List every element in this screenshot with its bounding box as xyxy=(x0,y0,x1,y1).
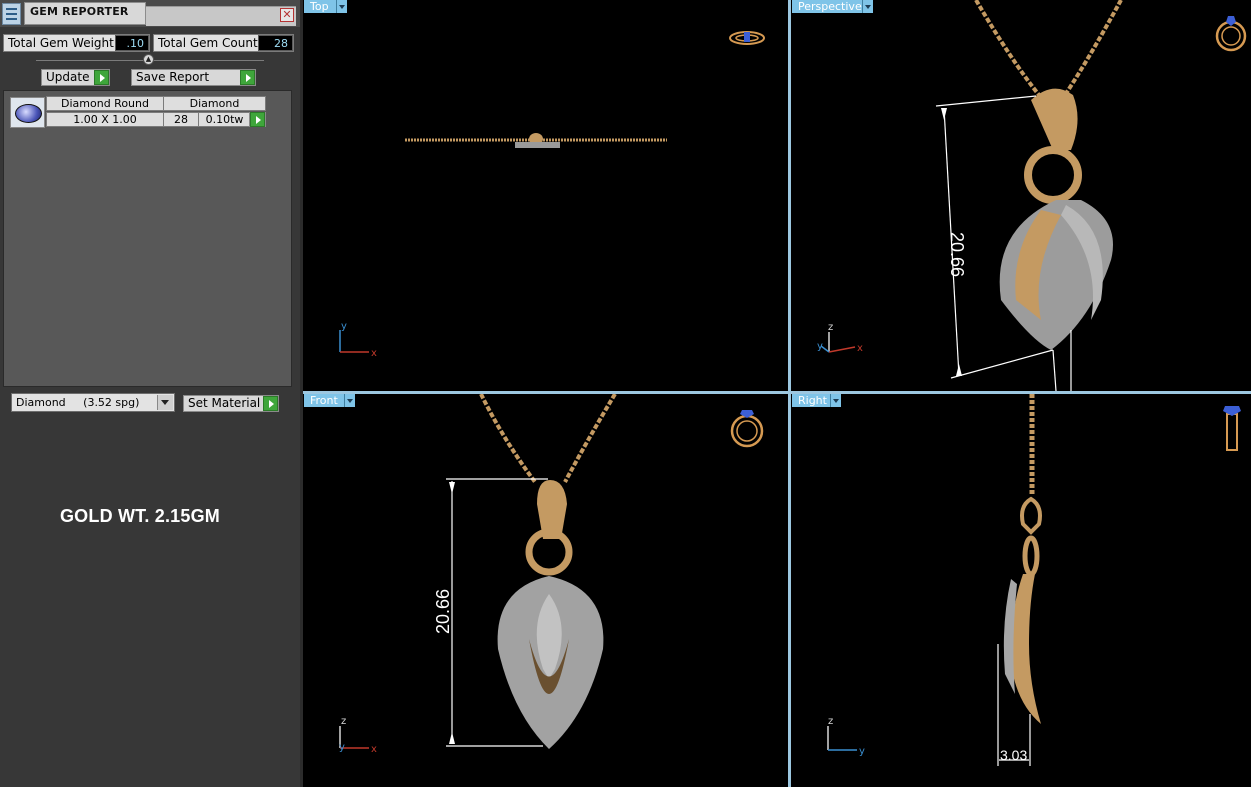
axis-x-label: x xyxy=(371,348,377,359)
gem-reporter-panel: GEM REPORTER ✕ Total Gem Weight .10 Tota… xyxy=(0,0,300,787)
axis-y-label: y xyxy=(339,742,345,753)
perspective-ring-icon xyxy=(1215,16,1247,52)
gold-weight-text: GOLD WT. 2.15GM xyxy=(59,506,221,526)
gem-shape-header: Diamond Round xyxy=(46,96,164,111)
chevron-down-icon[interactable] xyxy=(157,395,173,410)
viewport-front[interactable]: Front 20.66 z y x xyxy=(303,394,788,787)
play-icon xyxy=(250,112,265,127)
perspective-dimension-value: 20.66 xyxy=(947,232,967,277)
play-icon xyxy=(263,396,278,411)
gem-size-cell[interactable]: 1.00 X 1.00 xyxy=(46,112,164,127)
axis-x-label: x xyxy=(371,744,377,755)
total-gem-weight-value: .10 xyxy=(115,35,149,51)
viewport-top[interactable]: Top y x xyxy=(303,0,788,391)
panel-titlebar: GEM REPORTER ✕ xyxy=(0,0,300,27)
set-material-button[interactable]: Set Material xyxy=(183,395,279,412)
front-view-render: 20.66 z y x xyxy=(339,394,764,755)
viewport-right[interactable]: Right 3.03 z y xyxy=(791,394,1251,787)
close-icon[interactable]: ✕ xyxy=(280,8,294,22)
gem-row-apply-button[interactable] xyxy=(249,112,266,127)
title-bar-fill xyxy=(146,6,296,26)
play-icon xyxy=(94,70,109,85)
gem-count-cell[interactable]: 28 xyxy=(163,112,199,127)
front-axis-indicator: z y x xyxy=(339,716,377,755)
total-gem-count-value: 28 xyxy=(258,35,293,51)
perspective-view-render: 20.66 z y x xyxy=(817,0,1247,391)
right-view-render: 3.03 z y xyxy=(827,394,1241,766)
top-ring-icon xyxy=(729,31,765,45)
gem-weight-cell[interactable]: 0.10tw xyxy=(198,112,251,127)
axis-z-label: z xyxy=(828,716,833,727)
play-icon xyxy=(240,70,255,85)
axis-z-label: z xyxy=(341,716,346,727)
axis-y-label: y xyxy=(341,321,347,332)
top-axis-indicator: y x xyxy=(339,321,377,359)
material-select[interactable]: Diamond (3.52 spg) xyxy=(11,393,175,412)
gem-list: Diamond Round Diamond 1.00 X 1.00 28 0.1… xyxy=(3,90,292,387)
right-dimension-value: 3.03 xyxy=(1000,747,1027,763)
axis-y-label: y xyxy=(859,746,865,757)
perspective-axis-indicator: z y x xyxy=(817,322,863,354)
save-report-button[interactable]: Save Report xyxy=(131,69,256,86)
collapse-icon[interactable]: ▲ xyxy=(143,54,154,65)
update-button[interactable]: Update xyxy=(41,69,110,86)
axis-y-label: y xyxy=(817,341,823,352)
axis-x-label: x xyxy=(857,343,863,354)
gem-material-header: Diamond xyxy=(163,96,266,111)
top-view-render: y x xyxy=(339,31,765,359)
panel-title-tab[interactable]: GEM REPORTER xyxy=(24,2,146,25)
diamond-round-thumbnail-icon[interactable] xyxy=(10,97,45,128)
front-ring-icon xyxy=(730,410,764,448)
right-axis-indicator: z y xyxy=(827,716,865,757)
right-ring-icon xyxy=(1223,406,1241,451)
panel-title: GEM REPORTER xyxy=(30,5,129,18)
front-dimension-value: 20.66 xyxy=(433,589,453,634)
gem-reporter-app-icon xyxy=(2,3,21,25)
viewport-perspective[interactable]: Perspective 20.66 z y x xyxy=(791,0,1251,391)
axis-z-label: z xyxy=(828,322,833,333)
